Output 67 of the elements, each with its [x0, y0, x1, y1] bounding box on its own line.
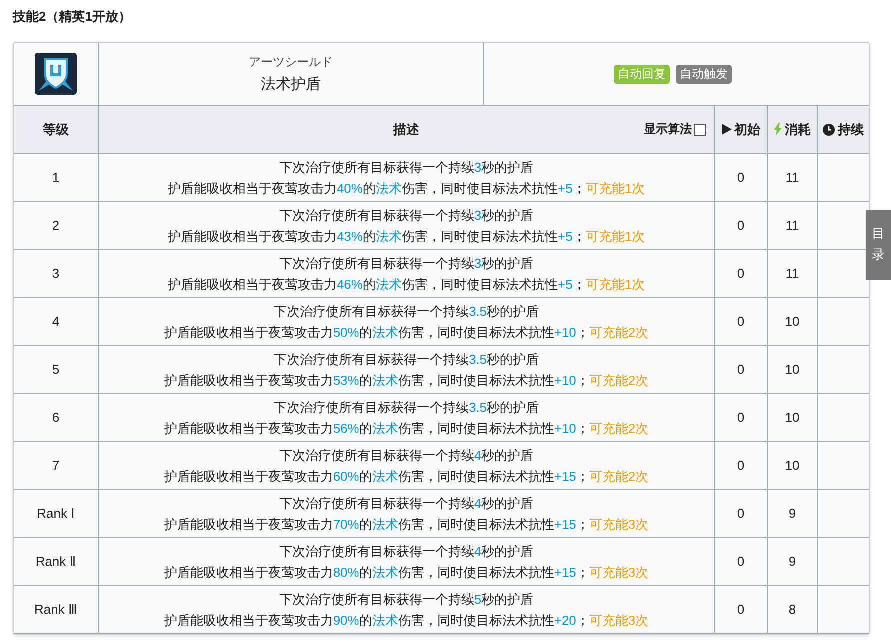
- cost-cell: 10: [785, 314, 800, 329]
- contents-tab[interactable]: 目录: [866, 210, 891, 280]
- initial-cell: 0: [737, 266, 745, 281]
- initial-cell: 0: [737, 602, 745, 617]
- level-cell: Rank Ⅱ: [36, 554, 76, 570]
- checkbox[interactable]: [694, 124, 706, 136]
- play-icon: [722, 124, 732, 135]
- column-header: 持续: [823, 120, 864, 138]
- description-text: 护盾能吸收相当于夜莺攻击力60%的法术伤害，同时使目标法术抗性+15；可充能2次: [164, 468, 649, 486]
- description-text: 护盾能吸收相当于夜莺攻击力43%的法术伤害，同时使目标法术抗性+5；可充能1次: [168, 228, 646, 246]
- description-text: 下次治疗使所有目标获得一个持续3.5秒的护盾: [274, 302, 540, 320]
- description-text: 护盾能吸收相当于夜莺攻击力53%的法术伤害，同时使目标法术抗性+10；可充能2次: [164, 372, 649, 390]
- cost-cell: 10: [785, 410, 800, 425]
- clock-icon: [823, 124, 835, 136]
- description-text: 护盾能吸收相当于夜莺攻击力80%的法术伤害，同时使目标法术抗性+15；可充能3次: [164, 564, 649, 582]
- description-text: 下次治疗使所有目标获得一个持续3.5秒的护盾: [274, 398, 540, 416]
- cost-cell: 8: [788, 602, 796, 617]
- description-text: 下次治疗使所有目标获得一个持续3秒的护盾: [279, 254, 534, 272]
- level-cell: Rank Ⅲ: [34, 602, 78, 618]
- cost-cell: 9: [788, 506, 796, 521]
- description-text: 护盾能吸收相当于夜莺攻击力46%的法术伤害，同时使目标法术抗性+5；可充能1次: [168, 276, 646, 294]
- column-header: 初始: [722, 120, 760, 138]
- level-cell: 7: [52, 458, 60, 473]
- bolt-icon: [774, 123, 782, 136]
- cost-cell: 11: [786, 218, 800, 233]
- cost-cell: 10: [785, 458, 800, 473]
- description-text: 下次治疗使所有目标获得一个持续3秒的护盾: [279, 206, 534, 224]
- description-text: 护盾能吸收相当于夜莺攻击力90%的法术伤害，同时使目标法术抗性+20；可充能3次: [164, 612, 649, 630]
- description-text: 护盾能吸收相当于夜莺攻击力56%的法术伤害，同时使目标法术抗性+10；可充能2次: [164, 420, 649, 438]
- initial-cell: 0: [737, 314, 745, 329]
- initial-cell: 0: [737, 410, 745, 425]
- description-text: 护盾能吸收相当于夜莺攻击力40%的法术伤害，同时使目标法术抗性+5；可充能1次: [168, 180, 646, 198]
- initial-cell: 0: [737, 170, 745, 185]
- level-cell: Rank Ⅰ: [37, 506, 75, 522]
- level-cell: 2: [52, 218, 60, 233]
- initial-cell: 0: [737, 554, 745, 569]
- cost-cell: 9: [788, 554, 796, 569]
- cost-cell: 11: [786, 266, 800, 281]
- cost-cell: 11: [786, 170, 800, 185]
- initial-cell: 0: [737, 362, 745, 377]
- description-text: 下次治疗使所有目标获得一个持续5秒的护盾: [279, 590, 534, 608]
- skill-name-japanese: アーツシールド: [249, 54, 333, 71]
- cost-cell: 10: [785, 362, 800, 377]
- level-cell: 5: [52, 362, 60, 377]
- description-text: 下次治疗使所有目标获得一个持续4秒的护盾: [279, 494, 534, 512]
- column-header: 描述: [394, 120, 420, 138]
- initial-cell: 0: [737, 458, 745, 473]
- skill-name: 法术护盾: [261, 75, 321, 94]
- column-header: 等级: [43, 120, 69, 138]
- section-title: 技能2（精英1开放）: [13, 8, 132, 26]
- description-text: 下次治疗使所有目标获得一个持续4秒的护盾: [279, 446, 534, 464]
- level-cell: 6: [52, 410, 60, 425]
- skill-tag: 自动回复: [614, 64, 670, 84]
- description-text: 护盾能吸收相当于夜莺攻击力70%的法术伤害，同时使目标法术抗性+15；可充能3次: [164, 516, 649, 534]
- shield-icon: [35, 53, 77, 95]
- level-cell: 4: [52, 314, 60, 329]
- initial-cell: 0: [737, 218, 745, 233]
- initial-cell: 0: [737, 506, 745, 521]
- level-cell: 1: [52, 170, 60, 185]
- description-text: 下次治疗使所有目标获得一个持续4秒的护盾: [279, 542, 534, 560]
- description-text: 下次治疗使所有目标获得一个持续3秒的护盾: [279, 158, 534, 176]
- level-cell: 3: [52, 266, 60, 281]
- toggle-label: 显示算法: [644, 121, 692, 138]
- column-header: 消耗: [774, 120, 811, 138]
- description-text: 护盾能吸收相当于夜莺攻击力50%的法术伤害，同时使目标法术抗性+10；可充能2次: [164, 324, 649, 342]
- description-text: 下次治疗使所有目标获得一个持续3.5秒的护盾: [274, 350, 540, 368]
- skill-tag: 自动触发: [676, 64, 732, 84]
